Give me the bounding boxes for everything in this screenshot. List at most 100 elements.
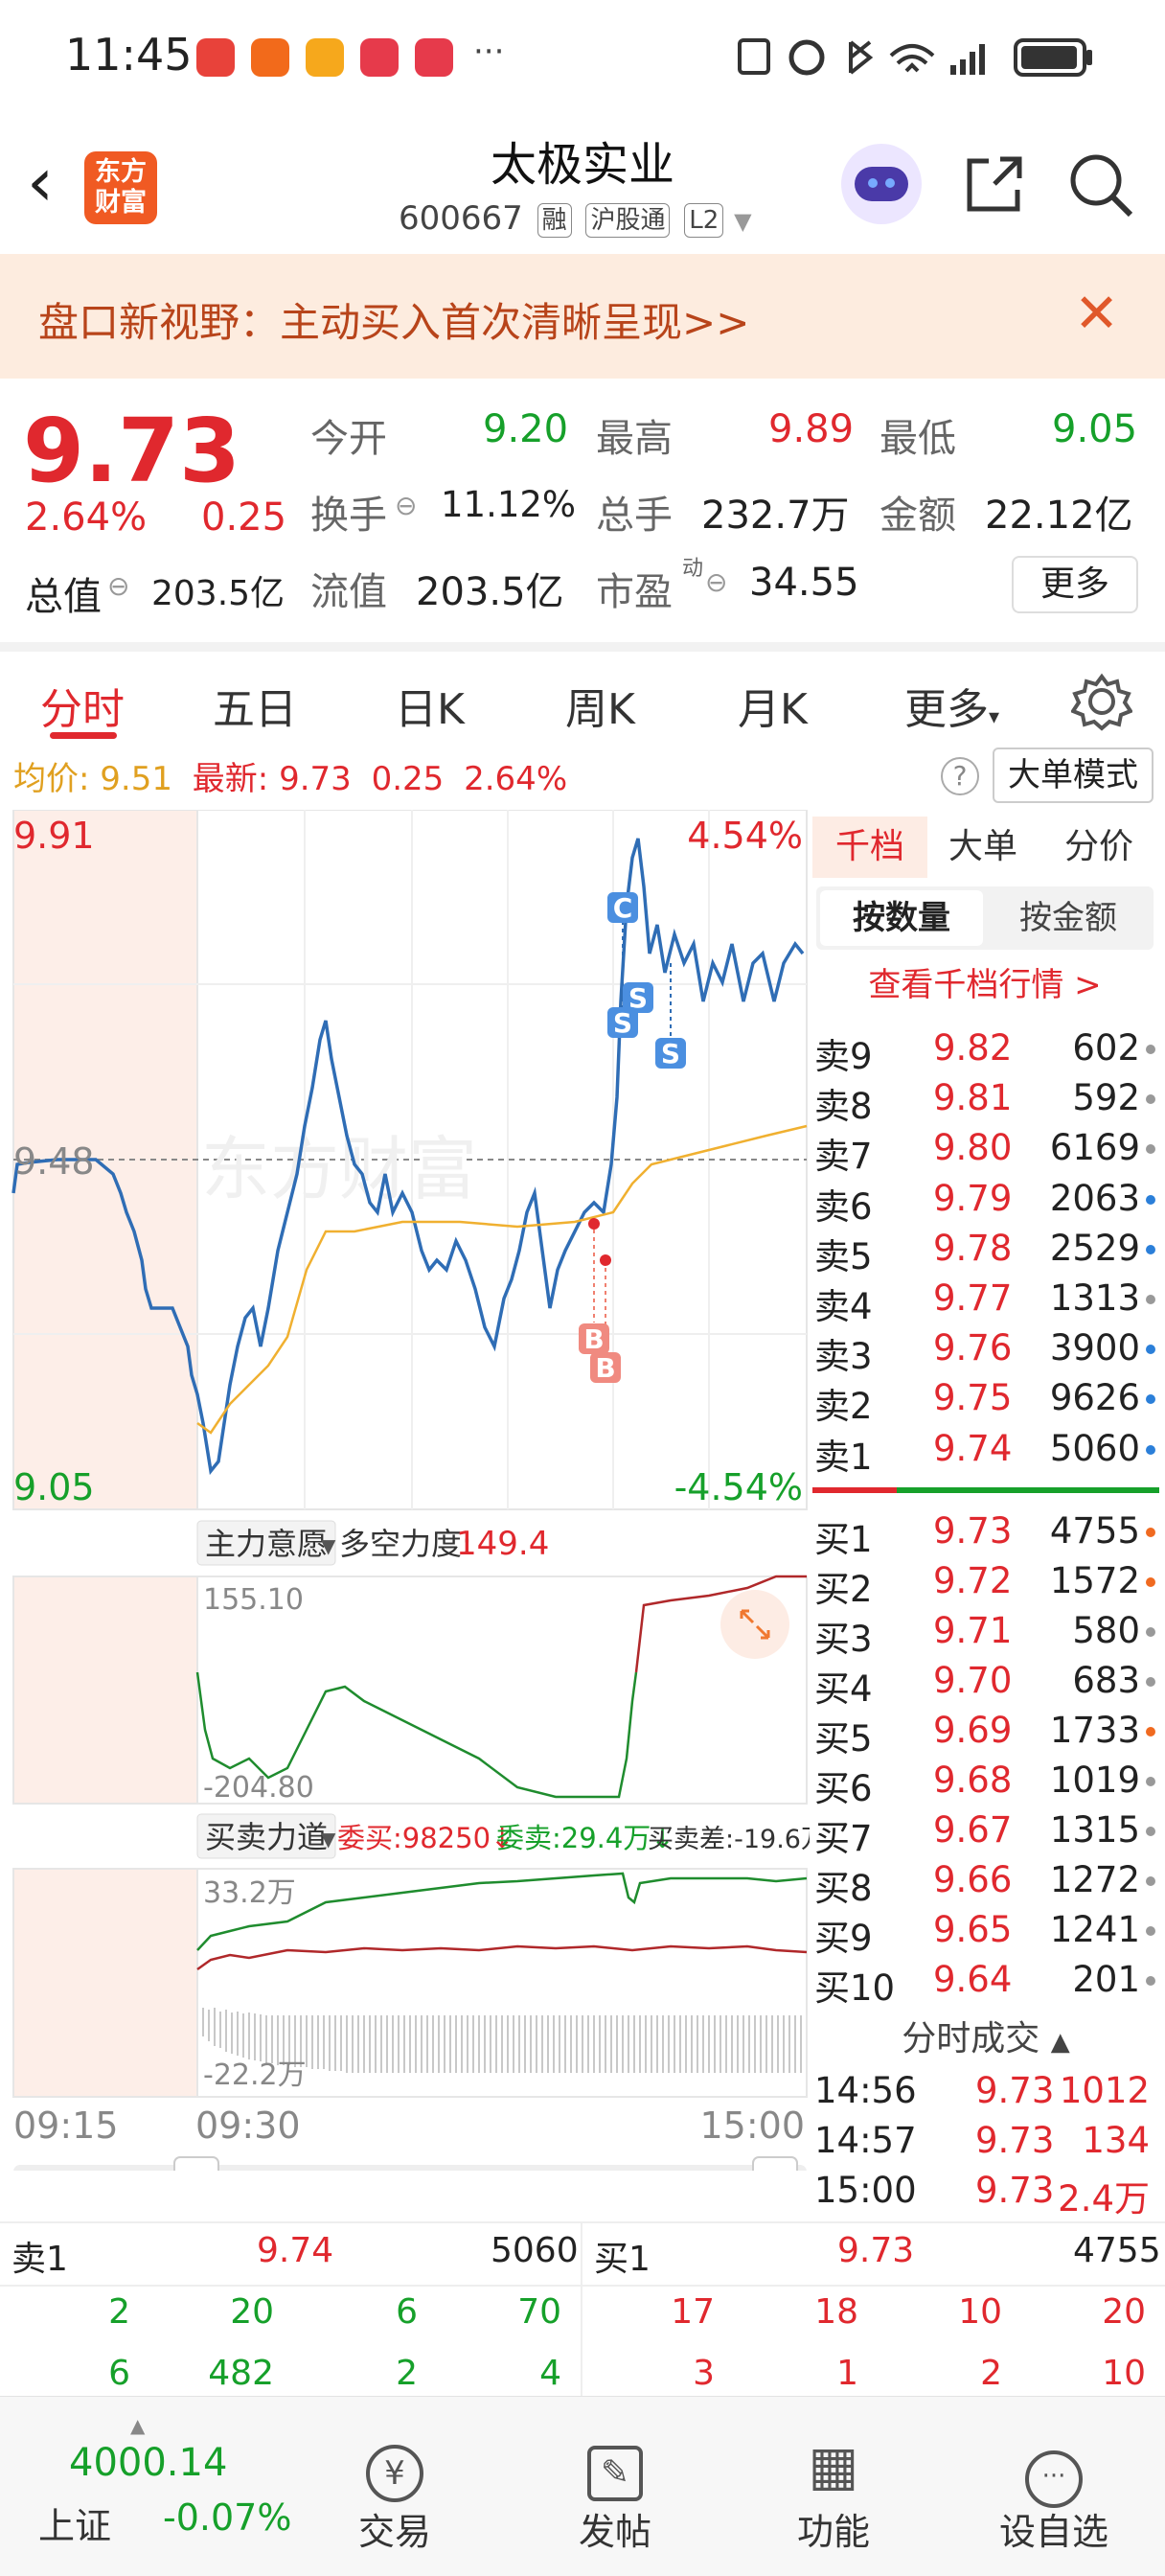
view-thousand-level-link[interactable]: 查看千档行情 >: [816, 958, 1154, 1005]
asks-row[interactable]: 卖5 9.78 2529: [814, 1228, 1159, 1277]
chart-mid-price: 9.48: [13, 1140, 95, 1183]
divider: [0, 2285, 1165, 2287]
nav-add-watchlist[interactable]: ··· 设自选: [977, 2435, 1131, 2555]
buy-queue-cell: 20: [1102, 2292, 1146, 2332]
volume-value: 232.7万: [701, 494, 850, 538]
banner-text[interactable]: 盘口新视野：主动买入首次清晰呈现>>: [38, 290, 749, 349]
trades-header[interactable]: 分时成交 ▲: [812, 2011, 1159, 2060]
amount-label: 金额: [879, 494, 956, 538]
sell-queue-cell: 2: [108, 2292, 130, 2332]
more-button[interactable]: 更多: [1012, 556, 1138, 613]
change-amount: 0.25: [201, 495, 287, 540]
asks-row[interactable]: 卖8 9.81 592: [814, 1077, 1159, 1127]
info-icon[interactable]: ⊖: [395, 490, 417, 521]
asks-volume: 2529: [1049, 1227, 1140, 1269]
tab-five-day[interactable]: 五日: [213, 675, 297, 736]
bids-row[interactable]: 买1 9.73 4755: [814, 1510, 1159, 1560]
tab-big-order[interactable]: 大单: [935, 816, 1031, 878]
buy-queue-cell: 1: [836, 2354, 858, 2393]
asks-price: 9.78: [933, 1227, 1013, 1269]
more-notifications: ···: [473, 33, 505, 71]
notification-app-icon: [196, 38, 235, 77]
chevron-down-icon: ▾: [989, 705, 1000, 729]
promo-banner[interactable]: 盘口新视野：主动买入首次清晰呈现>> ✕: [0, 254, 1165, 379]
tag-level2: L2: [684, 202, 724, 238]
close-icon[interactable]: ✕: [1074, 283, 1119, 345]
ai-assistant-avatar[interactable]: [841, 144, 922, 224]
turnover-value: 11.12%: [441, 484, 577, 525]
active-tab-indicator: [50, 732, 117, 739]
asks-dot: [1146, 1094, 1155, 1105]
bids-volume: 1272: [1049, 1859, 1140, 1900]
bids-price: 9.66: [933, 1859, 1013, 1900]
indicator2-top: 33.2万: [203, 1876, 296, 1910]
tab-intraday[interactable]: 分时: [40, 675, 125, 736]
asks-row[interactable]: 卖6 9.79 2063: [814, 1178, 1159, 1228]
asks-level: 卖7: [814, 1136, 873, 1178]
share-icon[interactable]: [960, 151, 1027, 218]
nav-functions[interactable]: ▦ 功能: [757, 2435, 910, 2555]
bids-row[interactable]: 买9 9.65 1241: [814, 1909, 1159, 1959]
index-ticker[interactable]: ▲ 4000.14 上证 -0.07%: [0, 2414, 326, 2558]
tab-more[interactable]: 更多▾: [904, 675, 999, 736]
tag-connect: 沪股通: [585, 202, 671, 238]
tab-weekly-k[interactable]: 周K: [565, 675, 635, 736]
asks-row[interactable]: 卖7 9.80 6169: [814, 1127, 1159, 1177]
subtab-by-volume[interactable]: 按数量: [820, 890, 983, 946]
subtab-by-amount[interactable]: 按金额: [987, 890, 1150, 946]
asks-row[interactable]: 卖3 9.76 3900: [814, 1327, 1159, 1377]
bids-level: 买1: [814, 1519, 873, 1560]
tab-daily-k[interactable]: 日K: [395, 675, 465, 736]
indicator2-bottom: -22.2万: [203, 2058, 307, 2092]
more-dots-icon: ···: [977, 2435, 1131, 2508]
asks-row[interactable]: 卖9 9.82 602: [814, 1027, 1159, 1077]
nav-post[interactable]: ✎ 发帖: [538, 2435, 692, 2555]
asks-row[interactable]: 卖4 9.77 1313: [814, 1277, 1159, 1327]
info-icon[interactable]: ⊖: [705, 566, 727, 598]
gear-icon[interactable]: [1071, 671, 1132, 732]
help-icon[interactable]: ?: [941, 757, 979, 795]
bids-row[interactable]: 买10 9.64 201: [814, 1959, 1159, 2009]
svg-text:S: S: [613, 1007, 632, 1039]
pe-value: 34.55: [749, 561, 859, 605]
price-summary-line: 均价: 9.51 最新: 9.73 0.25 2.64%: [13, 752, 567, 799]
bids-dot: [1146, 1727, 1155, 1736]
bids-level: 买2: [814, 1569, 873, 1610]
tab-thousand-level[interactable]: 千档: [812, 816, 927, 878]
buy-queue-cell: 2: [980, 2354, 1002, 2393]
asks-row[interactable]: 卖2 9.75 9626: [814, 1377, 1159, 1427]
asks-volume: 9626: [1049, 1377, 1140, 1419]
float-value: 203.5亿: [416, 570, 564, 614]
trades-title: 分时成交: [902, 2019, 1040, 2058]
trade-price: 9.73: [975, 2170, 1055, 2211]
bids-price: 9.67: [933, 1809, 1013, 1851]
bids-row[interactable]: 买7 9.67 1315: [814, 1809, 1159, 1859]
sell-queue-cell: 6: [108, 2354, 130, 2393]
nav-trade[interactable]: ¥ 交易: [318, 2435, 471, 2555]
tab-monthly-k[interactable]: 月K: [738, 675, 808, 736]
info-icon[interactable]: ⊖: [107, 570, 129, 602]
stock-code-line[interactable]: 600667 融 沪股通 L2 ▼: [399, 199, 752, 238]
scrubber-left-handle: [173, 2156, 219, 2171]
bids-row[interactable]: 买3 9.71 580: [814, 1610, 1159, 1660]
asks-price: 9.74: [933, 1427, 1013, 1469]
asks-row[interactable]: 卖1 9.74 5060: [814, 1428, 1159, 1478]
intraday-chart[interactable]: 东方财富 9.91 9.05 9.48 4.54% -4.54% C S S S…: [0, 810, 810, 2171]
asks-volume: 6169: [1049, 1127, 1140, 1169]
chart-top-price: 9.91: [13, 815, 95, 857]
big-order-mode-button[interactable]: 大单模式: [993, 748, 1154, 803]
sell-queue-cell: 6: [396, 2292, 418, 2332]
bids-row[interactable]: 买8 9.66 1272: [814, 1859, 1159, 1909]
bids-row[interactable]: 买2 9.72 1572: [814, 1560, 1159, 1610]
edit-icon: ✎: [538, 2435, 692, 2502]
bids-level: 买8: [814, 1868, 873, 1909]
bids-row[interactable]: 买4 9.70 683: [814, 1660, 1159, 1710]
low-value: 9.05: [1052, 407, 1138, 451]
bids-row[interactable]: 买5 9.69 1733: [814, 1710, 1159, 1760]
tab-price-distribution[interactable]: 分价: [1046, 816, 1152, 878]
bids-level: 买9: [814, 1918, 873, 1959]
bids-row[interactable]: 买6 9.68 1019: [814, 1760, 1159, 1809]
bids-level: 买6: [814, 1768, 873, 1809]
notification-app-icon: [360, 38, 399, 77]
search-icon[interactable]: [1065, 150, 1136, 220]
